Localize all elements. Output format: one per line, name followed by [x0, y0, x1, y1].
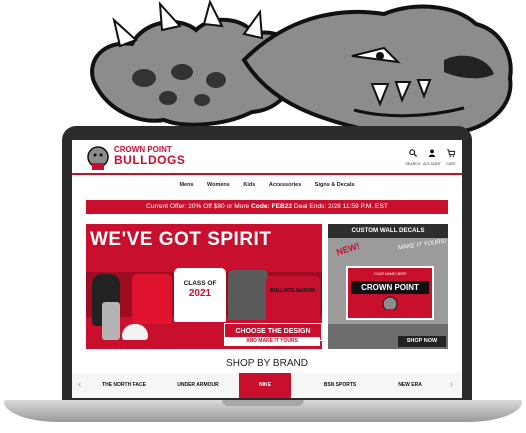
nav-item-womens[interactable]: Womens — [207, 182, 230, 188]
shirt-nation-text: BULLDOG NATION — [270, 288, 315, 294]
carousel-next-arrow-icon[interactable]: › — [450, 379, 453, 389]
gray-jacket-product — [228, 270, 268, 320]
decals-bulldog-icon — [382, 296, 398, 314]
nav-item-mens[interactable]: Mens — [179, 182, 193, 188]
shop-by-brand-title: SHOP BY BRAND — [226, 358, 308, 369]
decals-name-placeholder: YOUR NAME HERE — [373, 272, 407, 276]
cart-icon — [447, 149, 456, 157]
cap-product — [122, 324, 148, 340]
hero-cta-make: AND MAKE IT YOURS — [224, 337, 320, 346]
nav-item-kids[interactable]: Kids — [243, 182, 255, 188]
nav-item-accessories[interactable]: Accessories — [269, 182, 301, 188]
decals-sample-card: YOUR NAME HERE CROWN POINT — [346, 266, 434, 320]
search-icon — [409, 149, 417, 157]
account-label: ACCOUNT — [423, 162, 441, 166]
cart-label: CART — [446, 162, 456, 166]
laptop-screen: CROWN POINT BULLDOGS SEARCH ACCOUNT CART… — [72, 140, 462, 398]
decals-crown-point-text: CROWN POINT — [351, 281, 429, 294]
decals-make-it-yours: MAKE IT YOURS! — [397, 238, 447, 252]
offer-banner[interactable]: Current Offer: 20% Off $80 or More Code:… — [86, 200, 448, 214]
tumbler-product — [102, 302, 120, 340]
hero-title: WE'VE GOT SPIRIT — [90, 229, 272, 250]
carousel-prev-arrow-icon[interactable]: ‹ — [78, 379, 81, 389]
decals-heading: CUSTOM WALL DECALS — [328, 224, 448, 238]
brand-nike[interactable]: NIKE — [239, 373, 291, 398]
offer-suffix: Deal Ends: 2/28 11:59 P.M. EST — [292, 203, 388, 210]
brand-bsn-sports[interactable]: BSN SPORTS — [314, 373, 366, 398]
brand-under-armour[interactable]: UNDER ARMOUR — [172, 373, 224, 398]
cart-button[interactable]: CART — [442, 144, 460, 166]
search-label: SEARCH — [405, 162, 421, 166]
offer-prefix: Current Offer: 20% Off $80 or More — [146, 203, 252, 210]
brand-carousel: ‹ THE NORTH FACE UNDER ARMOUR NIKE BSN S… — [72, 373, 462, 398]
shirt-class-text: CLASS OF — [183, 280, 217, 287]
hero-banner[interactable]: WE'VE GOT SPIRIT CLASS OF 2021 BULLDOG N… — [86, 224, 322, 349]
bulldog-mascot-illustration — [90, 0, 513, 138]
header-icons: SEARCH ACCOUNT CART — [404, 144, 460, 170]
offer-code: Code: FEB22 — [251, 203, 293, 210]
white-tshirt-product: CLASS OF 2021 — [174, 268, 226, 322]
main-nav: Mens Womens Kids Accessories Signs & Dec… — [72, 182, 462, 194]
account-icon — [428, 149, 436, 157]
brand-the-north-face[interactable]: THE NORTH FACE — [98, 373, 150, 398]
bulldog-logo-icon[interactable] — [86, 145, 110, 171]
brand-new-era[interactable]: NEW ERA — [384, 373, 436, 398]
red-longsleeve-product: BULLDOG NATION — [266, 276, 320, 320]
search-button[interactable]: SEARCH — [404, 144, 422, 166]
shop-now-button[interactable]: SHOP NOW — [398, 336, 446, 347]
shirt-year-text: 2021 — [188, 288, 212, 299]
header-divider — [72, 173, 462, 175]
red-tshirt-product — [132, 274, 172, 324]
account-button[interactable]: ACCOUNT — [423, 144, 441, 166]
site-header: CROWN POINT BULLDOGS SEARCH ACCOUNT CART — [72, 140, 462, 176]
laptop-notch — [222, 400, 304, 406]
brand-name-line2[interactable]: BULLDOGS — [114, 154, 185, 166]
wall-decals-banner[interactable]: CUSTOM WALL DECALS NEW! MAKE IT YOURS! Y… — [328, 224, 448, 349]
nav-item-signs-decals[interactable]: Signs & Decals — [315, 182, 355, 188]
decals-new-badge: NEW! — [335, 240, 361, 258]
